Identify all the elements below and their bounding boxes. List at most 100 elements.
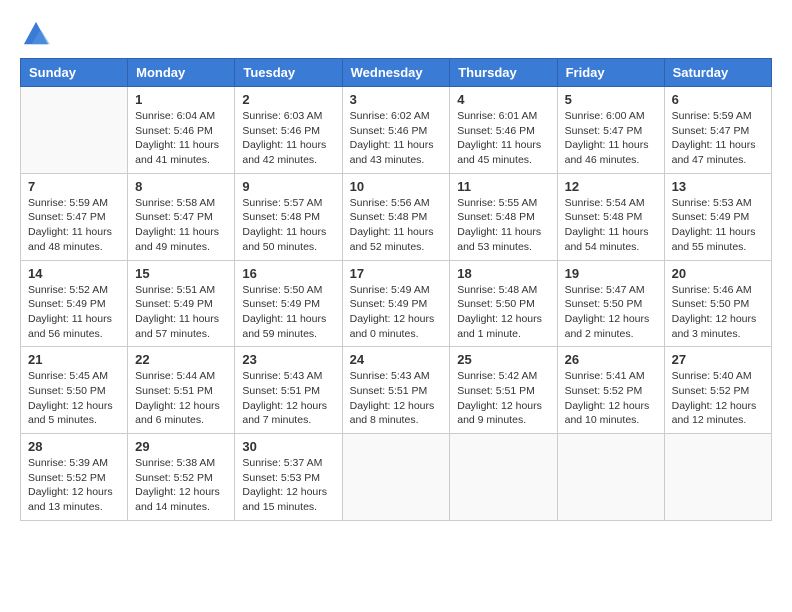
- calendar-cell: 18 Sunrise: 5:48 AM Sunset: 5:50 PM Dayli…: [450, 260, 557, 347]
- calendar-header-row: SundayMondayTuesdayWednesdayThursdayFrid…: [21, 59, 772, 87]
- calendar-header-monday: Monday: [128, 59, 235, 87]
- calendar-cell: 28 Sunrise: 5:39 AM Sunset: 5:52 PM Dayli…: [21, 434, 128, 521]
- day-info: Sunrise: 5:40 AM Sunset: 5:52 PM Dayligh…: [672, 369, 764, 428]
- calendar-header-saturday: Saturday: [664, 59, 771, 87]
- day-number: 29: [135, 439, 227, 454]
- day-info: Sunrise: 5:43 AM Sunset: 5:51 PM Dayligh…: [350, 369, 443, 428]
- calendar-cell: 3 Sunrise: 6:02 AM Sunset: 5:46 PM Daylig…: [342, 87, 450, 174]
- day-info: Sunrise: 5:47 AM Sunset: 5:50 PM Dayligh…: [565, 283, 657, 342]
- calendar-week-1: 1Sunrise: 6:04 AM Sunset: 5:46 PM Daylig…: [21, 87, 772, 174]
- calendar-cell: 7 Sunrise: 5:59 AM Sunset: 5:47 PM Daylig…: [21, 173, 128, 260]
- day-number: 7: [28, 179, 120, 194]
- calendar-cell: 20 Sunrise: 5:46 AM Sunset: 5:50 PM Dayli…: [664, 260, 771, 347]
- calendar-cell: 8 Sunrise: 5:58 AM Sunset: 5:47 PM Daylig…: [128, 173, 235, 260]
- day-number: 9: [242, 179, 334, 194]
- day-number: 2: [242, 92, 334, 107]
- day-number: 26: [565, 352, 657, 367]
- calendar-header-wednesday: Wednesday: [342, 59, 450, 87]
- calendar-cell: [342, 434, 450, 521]
- day-info: Sunrise: 5:59 AM Sunset: 5:47 PM Dayligh…: [28, 196, 120, 255]
- calendar-cell: 6 Sunrise: 5:59 AM Sunset: 5:47 PM Daylig…: [664, 87, 771, 174]
- calendar-cell: [450, 434, 557, 521]
- day-info: Sunrise: 5:37 AM Sunset: 5:53 PM Dayligh…: [242, 456, 334, 515]
- calendar-cell: 13 Sunrise: 5:53 AM Sunset: 5:49 PM Dayli…: [664, 173, 771, 260]
- calendar-header-sunday: Sunday: [21, 59, 128, 87]
- day-number: 20: [672, 266, 764, 281]
- day-number: 17: [350, 266, 443, 281]
- calendar-cell: 9Sunrise: 5:57 AM Sunset: 5:48 PM Daylig…: [235, 173, 342, 260]
- calendar-week-2: 7 Sunrise: 5:59 AM Sunset: 5:47 PM Daylig…: [21, 173, 772, 260]
- day-info: Sunrise: 5:44 AM Sunset: 5:51 PM Dayligh…: [135, 369, 227, 428]
- logo-icon: [22, 20, 50, 48]
- day-number: 14: [28, 266, 120, 281]
- day-number: 19: [565, 266, 657, 281]
- calendar-cell: 21 Sunrise: 5:45 AM Sunset: 5:50 PM Dayli…: [21, 347, 128, 434]
- day-info: Sunrise: 5:53 AM Sunset: 5:49 PM Dayligh…: [672, 196, 764, 255]
- calendar-table: SundayMondayTuesdayWednesdayThursdayFrid…: [20, 58, 772, 521]
- day-number: 24: [350, 352, 443, 367]
- day-info: Sunrise: 6:00 AM Sunset: 5:47 PM Dayligh…: [565, 109, 657, 168]
- calendar-week-4: 21 Sunrise: 5:45 AM Sunset: 5:50 PM Dayli…: [21, 347, 772, 434]
- calendar-cell: 25Sunrise: 5:42 AM Sunset: 5:51 PM Dayli…: [450, 347, 557, 434]
- day-info: Sunrise: 5:39 AM Sunset: 5:52 PM Dayligh…: [28, 456, 120, 515]
- day-info: Sunrise: 6:01 AM Sunset: 5:46 PM Dayligh…: [457, 109, 549, 168]
- calendar-cell: 12 Sunrise: 5:54 AM Sunset: 5:48 PM Dayli…: [557, 173, 664, 260]
- day-number: 10: [350, 179, 443, 194]
- day-info: Sunrise: 5:58 AM Sunset: 5:47 PM Dayligh…: [135, 196, 227, 255]
- calendar-cell: 15 Sunrise: 5:51 AM Sunset: 5:49 PM Dayli…: [128, 260, 235, 347]
- day-info: Sunrise: 6:03 AM Sunset: 5:46 PM Dayligh…: [242, 109, 334, 168]
- calendar-week-5: 28 Sunrise: 5:39 AM Sunset: 5:52 PM Dayli…: [21, 434, 772, 521]
- calendar-cell: 1Sunrise: 6:04 AM Sunset: 5:46 PM Daylig…: [128, 87, 235, 174]
- calendar-cell: 19 Sunrise: 5:47 AM Sunset: 5:50 PM Dayli…: [557, 260, 664, 347]
- calendar-header-thursday: Thursday: [450, 59, 557, 87]
- calendar-cell: 30 Sunrise: 5:37 AM Sunset: 5:53 PM Dayli…: [235, 434, 342, 521]
- day-info: Sunrise: 5:54 AM Sunset: 5:48 PM Dayligh…: [565, 196, 657, 255]
- calendar-cell: [557, 434, 664, 521]
- logo: [20, 20, 46, 48]
- calendar-cell: 4 Sunrise: 6:01 AM Sunset: 5:46 PM Daylig…: [450, 87, 557, 174]
- day-number: 30: [242, 439, 334, 454]
- day-number: 1: [135, 92, 227, 107]
- day-info: Sunrise: 5:56 AM Sunset: 5:48 PM Dayligh…: [350, 196, 443, 255]
- calendar-cell: 10 Sunrise: 5:56 AM Sunset: 5:48 PM Dayli…: [342, 173, 450, 260]
- calendar-header-friday: Friday: [557, 59, 664, 87]
- calendar-cell: 23Sunrise: 5:43 AM Sunset: 5:51 PM Dayli…: [235, 347, 342, 434]
- calendar-cell: 2 Sunrise: 6:03 AM Sunset: 5:46 PM Daylig…: [235, 87, 342, 174]
- day-info: Sunrise: 5:38 AM Sunset: 5:52 PM Dayligh…: [135, 456, 227, 515]
- day-number: 21: [28, 352, 120, 367]
- day-number: 11: [457, 179, 549, 194]
- day-number: 8: [135, 179, 227, 194]
- day-info: Sunrise: 5:55 AM Sunset: 5:48 PM Dayligh…: [457, 196, 549, 255]
- day-number: 6: [672, 92, 764, 107]
- day-number: 12: [565, 179, 657, 194]
- calendar-cell: 14Sunrise: 5:52 AM Sunset: 5:49 PM Dayli…: [21, 260, 128, 347]
- calendar-cell: 5 Sunrise: 6:00 AM Sunset: 5:47 PM Daylig…: [557, 87, 664, 174]
- calendar-cell: 29 Sunrise: 5:38 AM Sunset: 5:52 PM Dayli…: [128, 434, 235, 521]
- day-info: Sunrise: 5:49 AM Sunset: 5:49 PM Dayligh…: [350, 283, 443, 342]
- day-number: 13: [672, 179, 764, 194]
- day-number: 15: [135, 266, 227, 281]
- day-info: Sunrise: 5:59 AM Sunset: 5:47 PM Dayligh…: [672, 109, 764, 168]
- day-number: 4: [457, 92, 549, 107]
- day-number: 3: [350, 92, 443, 107]
- calendar-cell: 17 Sunrise: 5:49 AM Sunset: 5:49 PM Dayli…: [342, 260, 450, 347]
- calendar-header-tuesday: Tuesday: [235, 59, 342, 87]
- calendar-cell: 27 Sunrise: 5:40 AM Sunset: 5:52 PM Dayli…: [664, 347, 771, 434]
- day-info: Sunrise: 6:02 AM Sunset: 5:46 PM Dayligh…: [350, 109, 443, 168]
- day-info: Sunrise: 5:45 AM Sunset: 5:50 PM Dayligh…: [28, 369, 120, 428]
- day-number: 27: [672, 352, 764, 367]
- day-info: Sunrise: 5:51 AM Sunset: 5:49 PM Dayligh…: [135, 283, 227, 342]
- day-info: Sunrise: 5:46 AM Sunset: 5:50 PM Dayligh…: [672, 283, 764, 342]
- day-info: Sunrise: 5:43 AM Sunset: 5:51 PM Dayligh…: [242, 369, 334, 428]
- calendar-cell: 22Sunrise: 5:44 AM Sunset: 5:51 PM Dayli…: [128, 347, 235, 434]
- page-header: [20, 20, 772, 48]
- day-info: Sunrise: 5:48 AM Sunset: 5:50 PM Dayligh…: [457, 283, 549, 342]
- calendar-cell: 11 Sunrise: 5:55 AM Sunset: 5:48 PM Dayli…: [450, 173, 557, 260]
- day-info: Sunrise: 5:41 AM Sunset: 5:52 PM Dayligh…: [565, 369, 657, 428]
- day-number: 18: [457, 266, 549, 281]
- day-number: 5: [565, 92, 657, 107]
- day-info: Sunrise: 5:50 AM Sunset: 5:49 PM Dayligh…: [242, 283, 334, 342]
- day-number: 28: [28, 439, 120, 454]
- calendar-cell: 16Sunrise: 5:50 AM Sunset: 5:49 PM Dayli…: [235, 260, 342, 347]
- calendar-cell: [21, 87, 128, 174]
